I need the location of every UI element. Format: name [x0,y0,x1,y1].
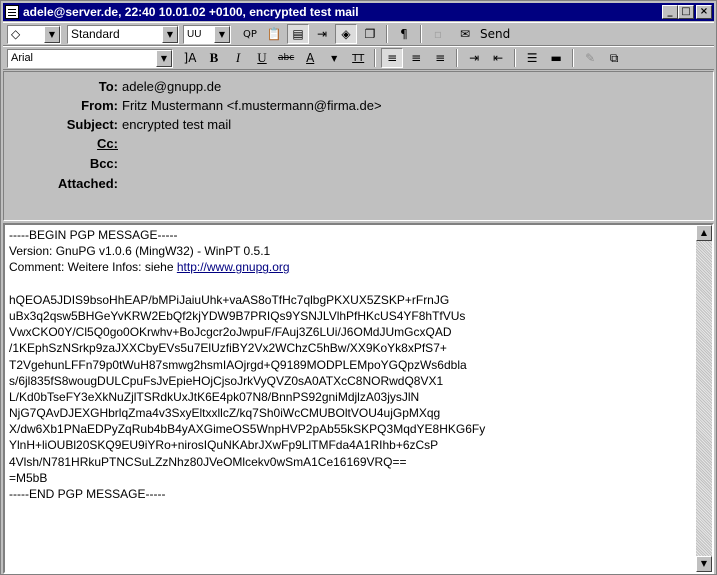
message-line: /1KEphSzNSrkp9zaJXXCbyEVs5u7ElUzfiBY2Vx2… [9,341,447,356]
scroll-up-icon[interactable]: ▲ [696,225,712,241]
align-center-icon[interactable]: ≡ [405,48,427,68]
sign-icon[interactable]: ◈ [335,24,357,44]
priority-select[interactable]: ◇ ▼ [7,24,61,44]
copy-icon[interactable]: ❐ [359,24,381,44]
message-line: -----END PGP MESSAGE----- [9,487,166,501]
subject-label: Subject: [66,116,118,132]
horizontal-rule-icon[interactable]: ▬ [545,48,567,68]
message-line [9,276,695,292]
send-icon[interactable]: ✉ [454,24,476,44]
toolbar-separator [514,49,517,67]
scroll-down-icon[interactable]: ▼ [696,556,712,572]
window-title: adele@server.de, 22:40 10.01.02 +0100, e… [23,5,359,19]
message-text: -----BEGIN PGP MESSAGE----- Version: Gnu… [9,227,695,502]
strikethrough-button[interactable]: abc [275,48,297,68]
close-button[interactable]: × [696,5,712,19]
gnupg-link[interactable]: http://www.gnupg.org [177,260,290,274]
message-line: uBx3q2qsw5BHGeYvKRW2EbQf2kjYDW9B7PRIQs9Y… [9,308,466,323]
minimize-button[interactable]: _ [662,5,678,19]
toolbar-separator [456,49,459,67]
outdent-icon[interactable]: ⇤ [487,48,509,68]
message-toolbar: ◇ ▼ Standard ▼ UU ▼ QP 📋 ▤ ⇥ ◈ ❐ ¶ ▫ ✉ S… [3,22,714,46]
mail-app-icon [5,5,19,19]
text-color-icon[interactable]: A [299,48,321,68]
toolbar-separator [374,49,377,67]
font-value: Arial [11,52,34,64]
toolbar-separator [420,25,422,43]
message-line: VwxCKO0Y/Cl5Q0go0OKrwhv+BoJcgcr2oJwpuF/F… [9,325,452,340]
font-select[interactable]: Arial ▼ [7,48,173,68]
message-line: s/6jl835fS8wougDULCpuFsJvEpieHOjCjsoJrkV… [9,373,444,388]
format-icon[interactable]: ▤ [287,24,309,44]
header-panel: To: adele@gnupp.de From: Fritz Musterman… [3,71,714,221]
send-button[interactable]: Send [478,24,512,44]
message-line: Comment: Weitere Infos: siehe http://www… [9,259,695,275]
message-line: -----BEGIN PGP MESSAGE----- [9,228,178,242]
header-row-cc: Cc: [4,134,122,152]
message-line: Version: GnuPG v1.0.6 (MingW32) - WinPT … [9,244,271,259]
message-line: L/Kd0bTseFY3eXkNuZjlTSRdkUxJtK6E4pk07N8/… [9,389,420,404]
message-line: NjG7QAvDJEXGHbrlqZma4v3SxyEltxxllcZ/kq7S… [9,406,441,421]
align-left-icon[interactable]: ≡ [381,48,404,68]
chevron-down-icon[interactable]: ▼ [214,25,230,43]
align-right-icon[interactable]: ≡ [429,48,451,68]
header-row-subject: Subject: encrypted test mail [4,115,231,133]
stationery-value: Standard [71,27,120,41]
from-field[interactable]: Fritz Mustermann <f.mustermann@firma.de> [122,98,382,113]
chevron-down-icon[interactable]: ▼ [162,25,178,43]
message-line: hQEOA5JDIS9bsoHhEAP/bMPiJaiuUhk+vaAS8oTf… [9,292,450,307]
message-line: =M5bB [9,470,48,485]
spell-check-icon[interactable]: ✎ [579,48,601,68]
chevron-down-icon[interactable]: ▼ [156,49,172,67]
bcc-label: Bcc: [89,155,118,171]
message-line: X/dw6Xb1PNaEDPyZqRub4bB4yAXGimeOS5WnpHVP… [9,422,486,437]
priority-icon: ◇ [11,27,21,41]
stationery-select[interactable]: Standard ▼ [67,24,179,44]
font-size-icon[interactable]: ]A [179,48,201,68]
attached-label: Attached: [58,175,118,191]
paragraph-icon[interactable]: ¶ [393,24,415,44]
to-label: To: [98,78,118,94]
indent-icon[interactable]: ⇥ [463,48,485,68]
title-bar[interactable]: adele@server.de, 22:40 10.01.02 +0100, e… [3,3,714,21]
message-line: T2VgehunLFFn79p0tWuH87smwg2hsmIAOjrgd+Q9… [9,357,467,372]
header-row-to: To: adele@gnupp.de [4,77,221,95]
format-toolbar: Arial ▼ ]A B I U abc A ▼ TT ≡ ≡ ≡ ⇥ ⇤ ☰ … [3,46,714,70]
mail-window: adele@server.de, 22:40 10.01.02 +0100, e… [0,0,717,575]
clipboard-icon[interactable]: 📋 [263,24,285,44]
message-body[interactable]: -----BEGIN PGP MESSAGE----- Version: Gnu… [3,223,714,574]
tab-icon[interactable]: ⇥ [311,24,333,44]
teletype-button[interactable]: TT [347,48,369,68]
header-row-bcc: Bcc: [4,154,122,172]
attach-icon[interactable]: ▫ [427,24,449,44]
encoding-value: UU [187,28,202,40]
subject-field[interactable]: encrypted test mail [122,117,231,132]
encoding-select[interactable]: UU ▼ [183,24,231,44]
toolbar-separator [572,49,575,67]
qp-encoding-button[interactable]: QP [239,24,261,44]
vertical-scrollbar[interactable]: ▲ ▼ [696,225,712,572]
bullet-list-icon[interactable]: ☰ [521,48,543,68]
cc-label: Cc: [97,135,118,151]
message-line: 4Vlsh/N781HRkuPTNCSuLZzNhz80JVeOMlcekv0w… [9,454,407,469]
header-row-from: From: Fritz Mustermann <f.mustermann@fir… [4,96,382,114]
comment-text: Comment: Weitere Infos: siehe [9,260,177,275]
insert-object-icon[interactable]: ⧉ [603,48,625,68]
italic-button[interactable]: I [227,48,249,68]
chevron-down-icon[interactable]: ▼ [44,25,60,43]
header-row-attached: Attached: [4,174,122,192]
maximize-button[interactable]: □ [678,5,694,19]
bold-button[interactable]: B [203,48,225,68]
toolbar-separator [386,25,388,43]
from-label: From: [81,97,118,113]
message-line: YlnH+liOUBl20SKQ9EU9iYRo+nirosIQuNKAbrJX… [9,438,439,453]
chevron-down-icon[interactable]: ▼ [323,48,345,68]
to-field[interactable]: adele@gnupp.de [122,79,221,94]
underline-button[interactable]: U [251,48,273,68]
